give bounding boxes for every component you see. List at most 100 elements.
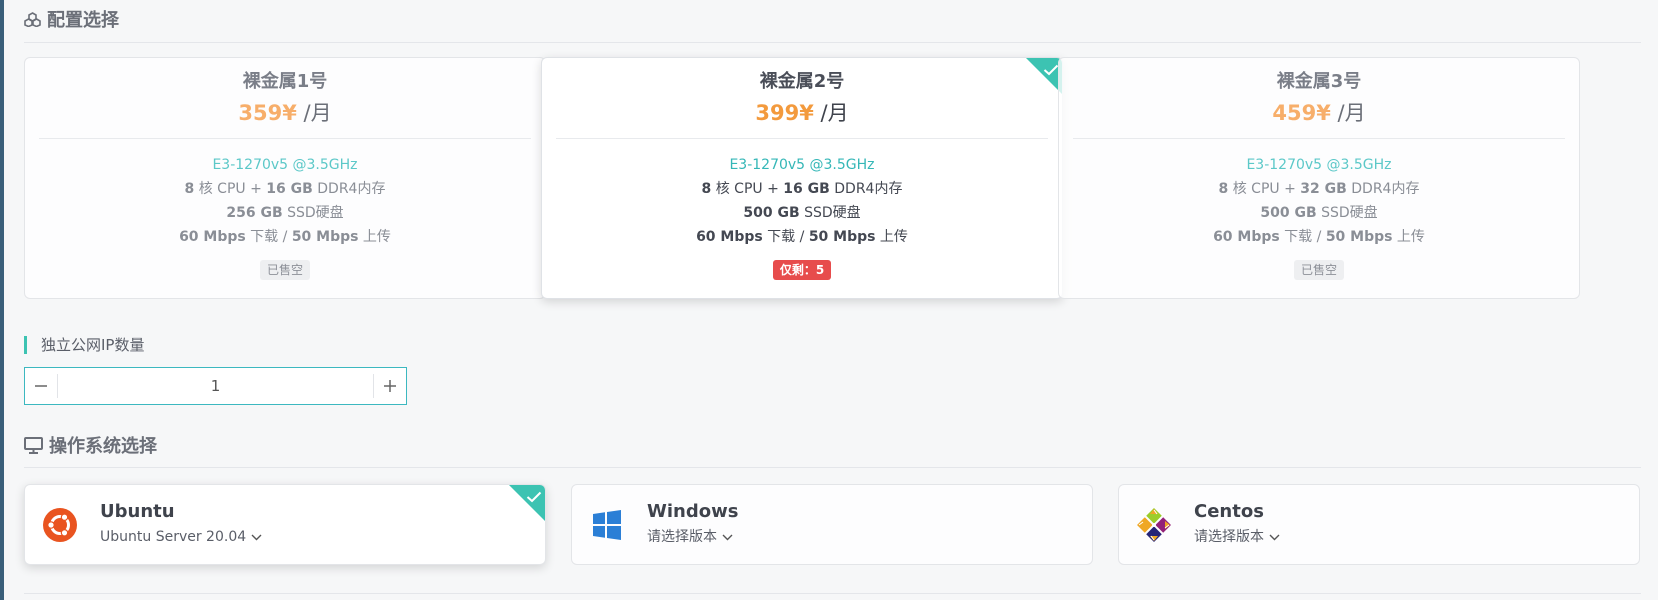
plan-name: 裸金属1号 — [242, 71, 328, 92]
increment-button[interactable] — [374, 368, 406, 404]
config-section-title: 配置选择 — [24, 6, 119, 32]
ubuntu-logo-icon — [42, 507, 78, 543]
ip-count-input[interactable]: 1 — [57, 374, 374, 398]
plan-cpu-ram: 8 核 CPU + 16 GB DDR4内存 — [542, 177, 1062, 201]
monitor-icon — [24, 436, 43, 454]
plan-price-unit: /月 — [1330, 101, 1366, 125]
plan-disk-size: 500 GB — [743, 205, 800, 221]
plan-bandwidth: 60 Mbps 下载 / 50 Mbps 上传 — [25, 225, 545, 249]
divider — [24, 593, 1641, 594]
plan-disk: 256 GB SSD硬盘 — [25, 201, 545, 225]
plus-icon — [384, 380, 396, 392]
plan-down: 60 Mbps — [179, 229, 246, 245]
plan-ram: 16 GB — [783, 181, 830, 197]
cubes-icon — [24, 11, 41, 27]
plan-price-amount: 399¥ — [755, 101, 814, 125]
chevron-down-icon — [1269, 534, 1280, 541]
plan-down-unit: 下载 / — [762, 229, 809, 245]
plan-ram-unit: DDR4内存 — [829, 181, 903, 197]
plan-cpu-ram: 8 核 CPU + 16 GB DDR4内存 — [25, 177, 545, 201]
plan-ram-unit: DDR4内存 — [1346, 181, 1420, 197]
os-section-title: 操作系统选择 — [24, 432, 157, 458]
minus-icon — [35, 385, 47, 387]
plan-disk-unit: SSD硬盘 — [1316, 205, 1378, 221]
status-badge: 已售空 — [1293, 260, 1344, 280]
plan-cpu: E3-1270v5 @3.5GHz — [729, 157, 875, 173]
decrement-button[interactable] — [25, 368, 57, 404]
order-config-panel: 配置选择 裸金属1号 359¥ /月 E3-1270v5 @3.5GHz 8 核… — [24, 0, 1641, 600]
plan-cpu: E3-1270v5 @3.5GHz — [212, 157, 358, 173]
plan-down-unit: 下载 / — [1279, 229, 1326, 245]
window-edge — [0, 0, 4, 600]
plan-cores: 8 — [184, 181, 195, 197]
ip-count-stepper: 1 — [24, 367, 407, 405]
plan-down-unit: 下载 / — [245, 229, 292, 245]
plan-cores-unit: 核 CPU + — [711, 181, 784, 197]
plan-specs: E3-1270v5 @3.5GHz 8 核 CPU + 16 GB DDR4内存… — [542, 153, 1062, 249]
os-card-windows[interactable]: Windows 请选择版本 — [571, 484, 1093, 565]
plan-price-unit: /月 — [296, 101, 332, 125]
plan-up: 50 Mbps — [291, 229, 359, 245]
check-icon — [1043, 61, 1059, 80]
plan-price: 359¥ /月 — [25, 98, 545, 128]
plan-up-unit: 上传 — [358, 229, 391, 245]
plan-specs: E3-1270v5 @3.5GHz 8 核 CPU + 16 GB DDR4内存… — [25, 153, 545, 249]
plan-card-3[interactable]: 裸金属3号 459¥ /月 E3-1270v5 @3.5GHz 8 核 CPU … — [1058, 57, 1580, 299]
plan-cores: 8 — [701, 181, 712, 197]
plan-disk-size: 500 GB — [1260, 205, 1317, 221]
divider — [24, 42, 1641, 43]
plan-bandwidth: 60 Mbps 下载 / 50 Mbps 上传 — [1059, 225, 1579, 249]
config-section-label: 配置选择 — [47, 10, 119, 31]
plan-down: 60 Mbps — [696, 229, 763, 245]
plan-cpu-ram: 8 核 CPU + 32 GB DDR4内存 — [1059, 177, 1579, 201]
divider — [24, 467, 1641, 468]
plan-cores: 8 — [1218, 181, 1229, 197]
plan-name: 裸金属2号 — [759, 71, 845, 92]
plan-specs: E3-1270v5 @3.5GHz 8 核 CPU + 32 GB DDR4内存… — [1059, 153, 1579, 249]
os-version-select[interactable]: 请选择版本 — [1194, 527, 1280, 547]
plan-divider — [39, 138, 531, 139]
plan-disk-size: 256 GB — [226, 205, 283, 221]
plan-cpu: E3-1270v5 @3.5GHz — [1246, 157, 1392, 173]
plan-cores-unit: 核 CPU + — [1228, 181, 1301, 197]
os-card-ubuntu[interactable]: Ubuntu Ubuntu Server 20.04 — [24, 484, 546, 565]
plan-price-amount: 359¥ — [238, 101, 297, 125]
os-section-label: 操作系统选择 — [49, 436, 157, 457]
plan-price: 399¥ /月 — [542, 98, 1062, 128]
status-badge: 已售空 — [259, 260, 310, 280]
plan-up: 50 Mbps — [1325, 229, 1393, 245]
ip-count-label: 独立公网IP数量 — [24, 336, 144, 354]
plan-disk: 500 GB SSD硬盘 — [1059, 201, 1579, 225]
plan-divider — [1073, 138, 1565, 139]
plan-card-2[interactable]: 裸金属2号 399¥ /月 E3-1270v5 @3.5GHz 8 核 CPU … — [541, 57, 1063, 299]
windows-logo-icon — [589, 507, 625, 543]
plan-cores-unit: 核 CPU + — [194, 181, 267, 197]
plan-up-unit: 上传 — [1392, 229, 1425, 245]
os-card-centos[interactable]: Centos 请选择版本 — [1118, 484, 1640, 565]
plan-disk-unit: SSD硬盘 — [282, 205, 344, 221]
plan-up-unit: 上传 — [875, 229, 908, 245]
plan-price: 459¥ /月 — [1059, 98, 1579, 128]
plan-ram-unit: DDR4内存 — [312, 181, 386, 197]
os-name: Ubuntu — [100, 501, 175, 522]
plan-bandwidth: 60 Mbps 下载 / 50 Mbps 上传 — [542, 225, 1062, 249]
os-version-placeholder: 请选择版本 — [647, 529, 717, 545]
plan-divider — [556, 138, 1048, 139]
plan-price-unit: /月 — [813, 101, 849, 125]
os-name: Windows — [647, 501, 739, 522]
plan-ram: 16 GB — [266, 181, 313, 197]
plan-up: 50 Mbps — [808, 229, 876, 245]
os-version-placeholder: 请选择版本 — [1194, 529, 1264, 545]
centos-logo-icon — [1136, 507, 1172, 543]
os-version-value: Ubuntu Server 20.04 — [100, 529, 247, 545]
plan-ram: 32 GB — [1300, 181, 1347, 197]
plan-down: 60 Mbps — [1213, 229, 1280, 245]
stock-badge: 仅剩：5 — [772, 260, 832, 280]
check-icon — [526, 488, 542, 507]
plan-price-amount: 459¥ — [1272, 101, 1331, 125]
plan-disk-unit: SSD硬盘 — [799, 205, 861, 221]
os-name: Centos — [1194, 501, 1264, 522]
os-version-select[interactable]: 请选择版本 — [647, 527, 733, 547]
plan-card-1[interactable]: 裸金属1号 359¥ /月 E3-1270v5 @3.5GHz 8 核 CPU … — [24, 57, 546, 299]
os-version-select[interactable]: Ubuntu Server 20.04 — [100, 527, 262, 547]
